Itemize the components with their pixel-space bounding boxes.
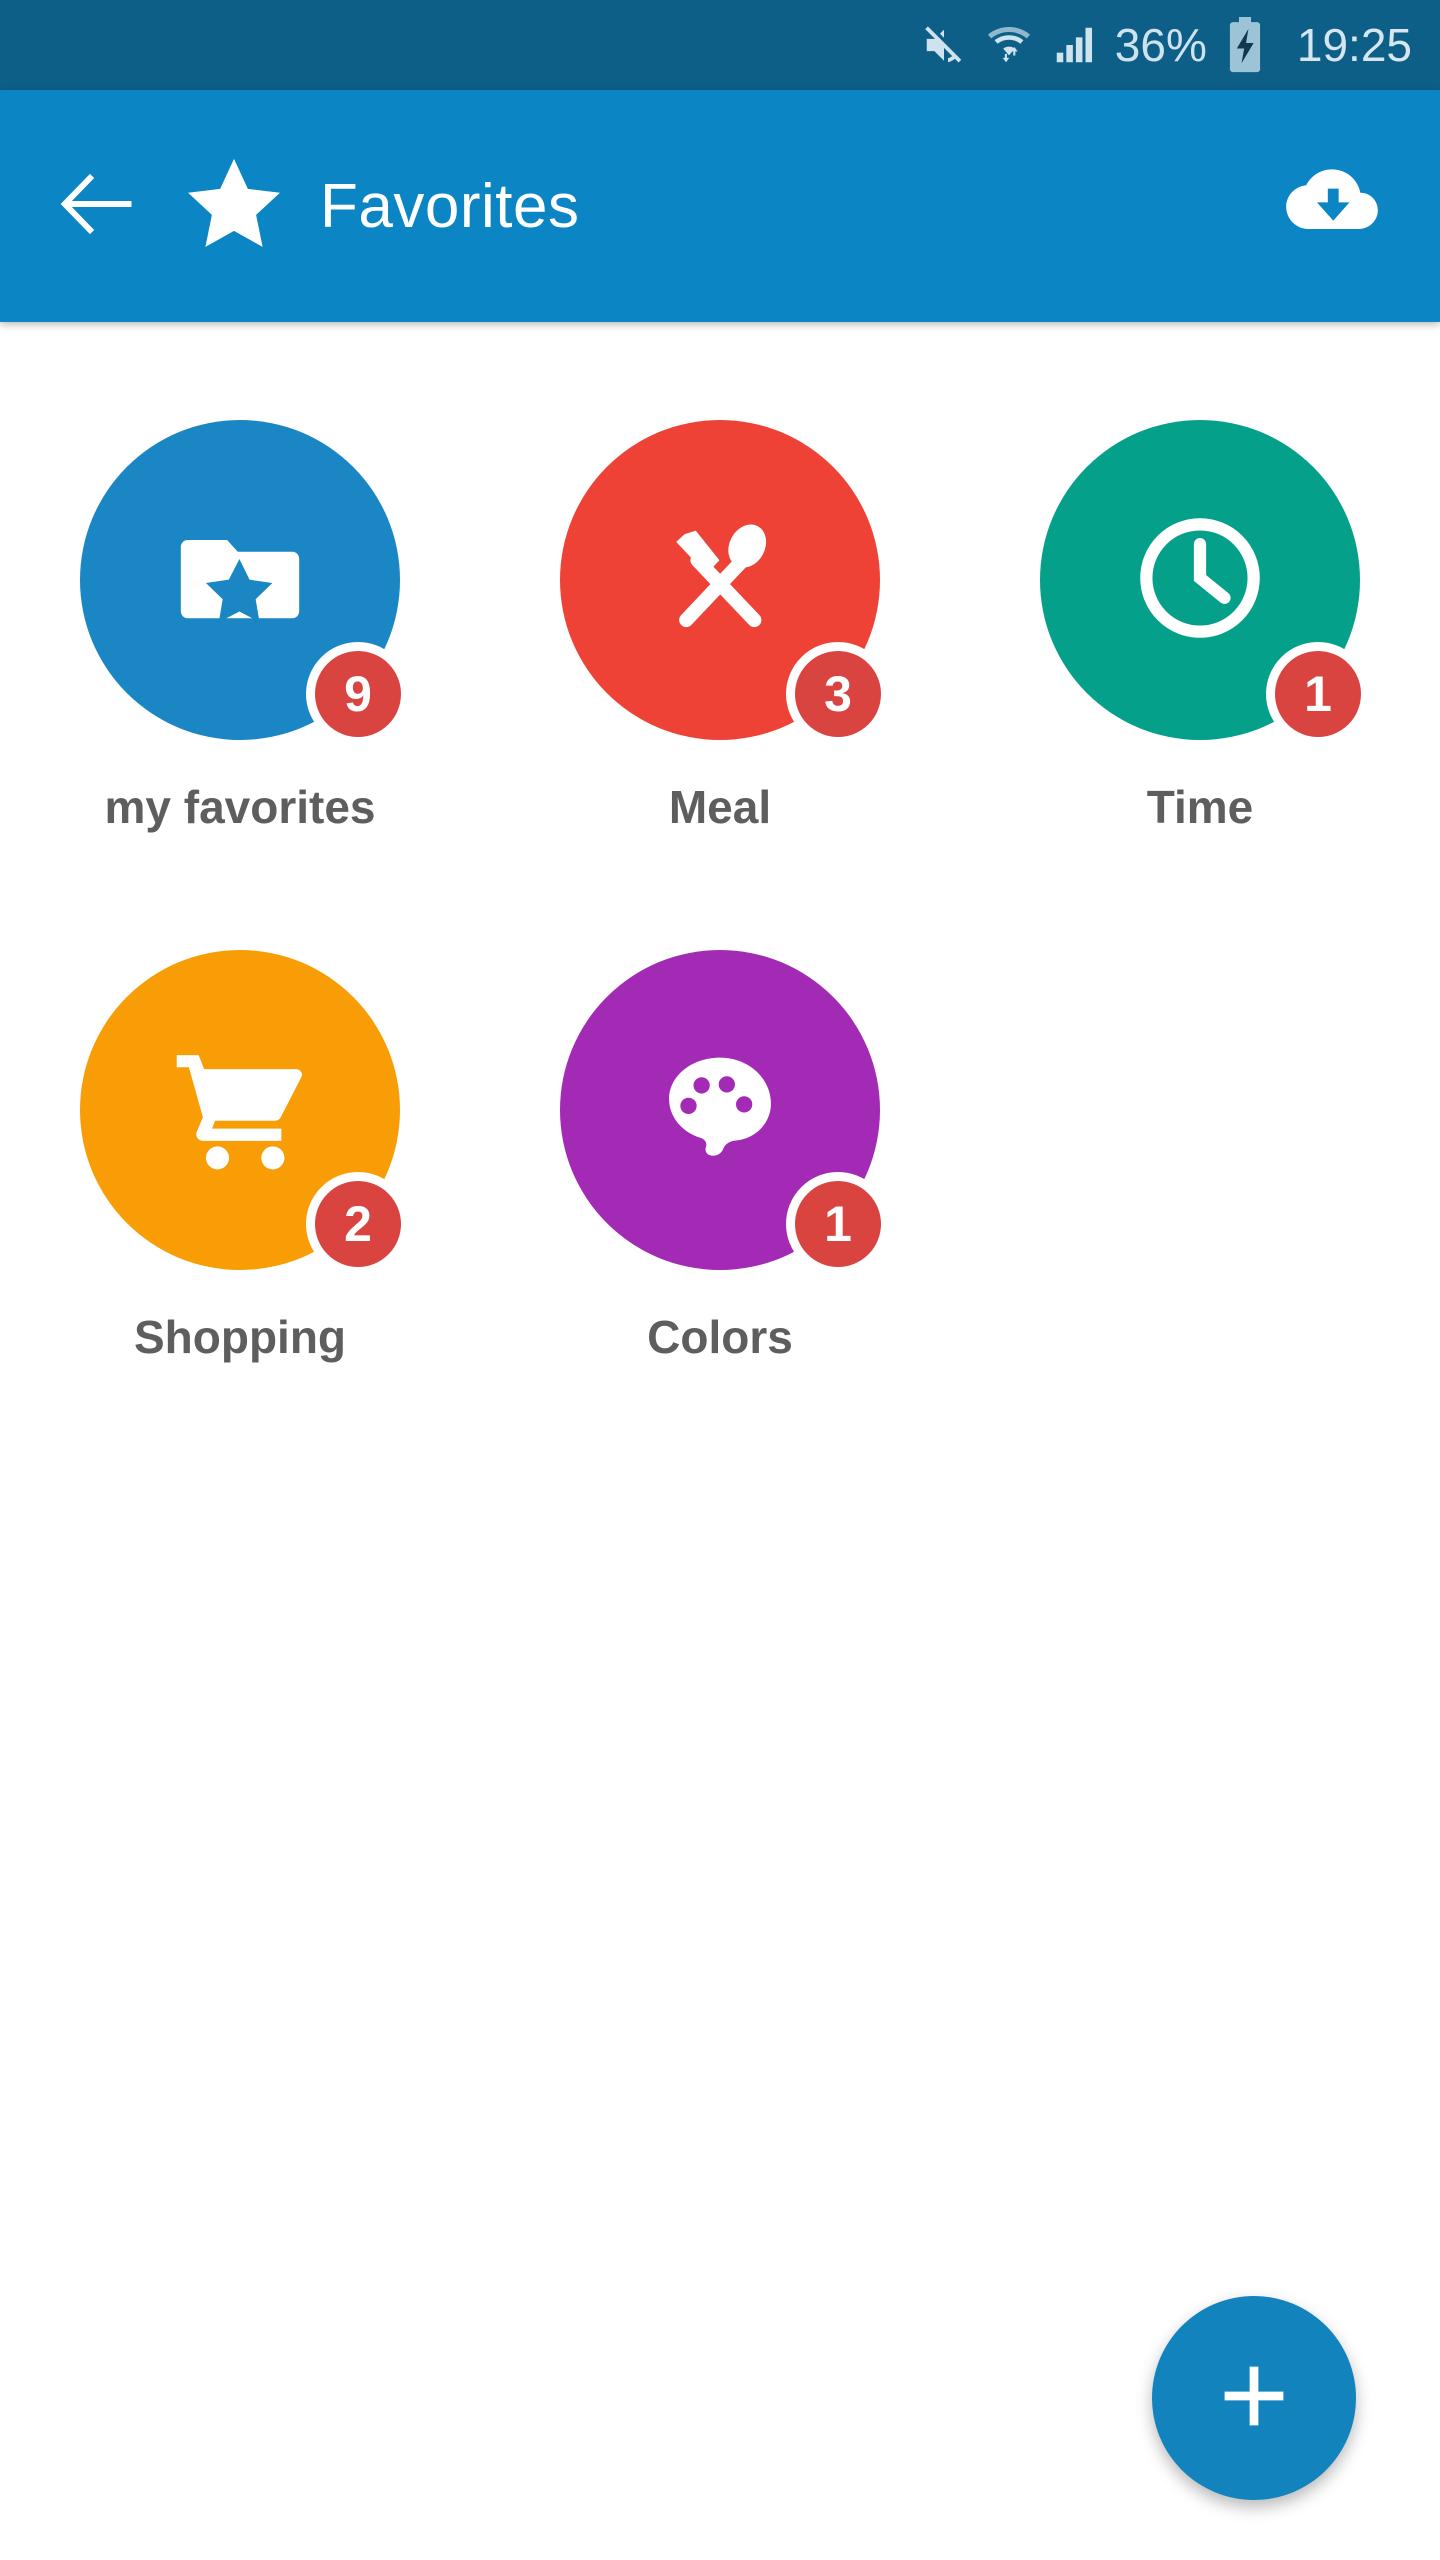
status-bar-icons: 36% 19:25: [921, 17, 1412, 73]
shopping-cart-icon: [167, 1035, 313, 1186]
category-grid-empty-cell: [960, 950, 1440, 1480]
battery-percent-label: 36%: [1114, 19, 1207, 71]
download-button[interactable]: [1272, 146, 1392, 266]
phone-screen: 36% 19:25 Favorites 9 my favorites 3 Mea…: [0, 0, 1440, 2560]
app-bar: Favorites: [0, 90, 1440, 322]
folder-star-icon: [173, 511, 307, 650]
category-item-my-favorites[interactable]: 9 my favorites: [0, 420, 480, 950]
category-item-time[interactable]: 1 Time: [960, 420, 1440, 950]
category-item-shopping[interactable]: 2 Shopping: [0, 950, 480, 1480]
cloud-download-icon: [1282, 154, 1382, 259]
back-arrow-icon: [55, 162, 139, 251]
star-icon: [182, 152, 286, 261]
category-badge: 1: [1266, 642, 1370, 746]
category-label: Meal: [668, 781, 772, 833]
category-circle-wrap: 1: [1040, 420, 1370, 746]
status-bar: 36% 19:25: [0, 0, 1440, 90]
category-circle-wrap: 2: [80, 950, 410, 1276]
category-item-colors[interactable]: 1 Colors: [480, 950, 960, 1480]
category-label: Shopping: [133, 1311, 347, 1363]
category-badge: 2: [306, 1172, 410, 1276]
category-circle-wrap: 3: [560, 420, 890, 746]
category-badge: 1: [786, 1172, 890, 1276]
clock-label: 19:25: [1296, 19, 1412, 71]
plus-icon: [1212, 2354, 1296, 2443]
page-title: Favorites: [320, 171, 580, 241]
palette-icon: [657, 1045, 783, 1176]
category-label: Time: [1146, 781, 1254, 833]
category-label: my favorites: [104, 781, 376, 833]
clock-icon: [1130, 508, 1270, 653]
wifi-icon: [985, 21, 1033, 69]
signal-icon: [1051, 22, 1097, 68]
category-circle-wrap: 9: [80, 420, 410, 746]
category-item-meal[interactable]: 3 Meal: [480, 420, 960, 950]
add-button[interactable]: [1152, 2296, 1356, 2500]
category-badge: 3: [786, 642, 890, 746]
app-bar-brand: Favorites: [182, 152, 579, 261]
category-grid: 9 my favorites 3 Meal 1 Time 2 Shopping …: [0, 420, 1440, 1480]
category-circle-wrap: 1: [560, 950, 890, 1276]
cutlery-icon: [649, 507, 791, 654]
content-area: 9 my favorites 3 Meal 1 Time 2 Shopping …: [0, 322, 1440, 2560]
category-badge: 9: [306, 642, 410, 746]
mute-icon: [921, 22, 967, 68]
battery-charging-icon: [1225, 17, 1265, 73]
back-button[interactable]: [42, 151, 152, 261]
category-label: Colors: [647, 1311, 793, 1363]
